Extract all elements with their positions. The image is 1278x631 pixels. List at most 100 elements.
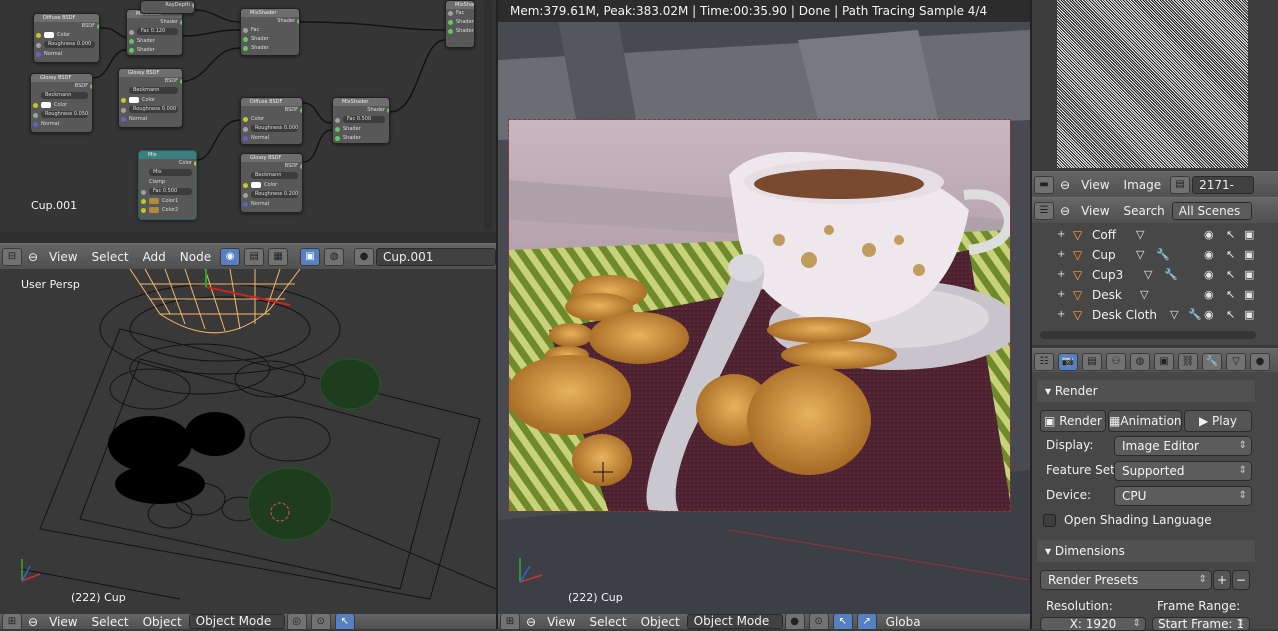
menu-object[interactable]: Object bbox=[634, 615, 687, 629]
node-dropdown[interactable]: Beckmann bbox=[241, 172, 302, 181]
scrollbar[interactable] bbox=[1040, 331, 1256, 339]
viewport-shading-icon[interactable]: ◎ bbox=[286, 614, 307, 629]
mix-shader-node[interactable]: MixShader Shader Fac 0.500 Shader Shader bbox=[332, 97, 390, 144]
visibility-eye-icon[interactable]: ◉ bbox=[1204, 305, 1214, 325]
node-dropdown[interactable]: Beckmann bbox=[119, 87, 182, 96]
display-mode-selector[interactable]: All Scenes bbox=[1171, 201, 1252, 220]
manipulator-icon[interactable]: ↖ bbox=[334, 614, 355, 629]
menu-view[interactable]: View bbox=[42, 250, 84, 264]
material-tab-icon[interactable]: ● bbox=[1250, 352, 1270, 371]
collapse-icon[interactable]: ⊖ bbox=[522, 615, 540, 629]
node-input[interactable]: Roughness 0.050 bbox=[31, 111, 92, 120]
constraints-tab-icon[interactable]: ⛓ bbox=[1178, 352, 1198, 371]
render-tab-icon[interactable]: 📷 bbox=[1058, 352, 1078, 371]
display-dropdown[interactable]: Image Editor bbox=[1114, 436, 1252, 456]
outliner-item[interactable]: + ▽ Desk ▽ ◉ ↖ ▣ bbox=[1032, 285, 1278, 305]
pivot-icon[interactable]: ⊙ bbox=[310, 614, 331, 629]
menu-image[interactable]: Image bbox=[1117, 178, 1169, 192]
mode-selector[interactable]: Object Mode bbox=[686, 614, 783, 629]
menu-view[interactable]: View bbox=[1074, 178, 1116, 192]
node-input[interactable]: Roughness 0.000 bbox=[34, 41, 99, 50]
manipulator-icon[interactable]: ↖ bbox=[832, 614, 853, 629]
osl-checkbox[interactable] bbox=[1043, 514, 1056, 527]
scrollbar[interactable] bbox=[484, 0, 492, 230]
node-dropdown[interactable]: Mix bbox=[139, 169, 196, 178]
device-dropdown[interactable]: CPU bbox=[1114, 486, 1252, 506]
viewport-shading-icon[interactable]: ● bbox=[784, 614, 805, 629]
expand-icon[interactable]: + bbox=[1057, 225, 1065, 245]
translate-icon[interactable]: ↗ bbox=[856, 614, 877, 629]
remove-preset-button[interactable]: − bbox=[1232, 570, 1250, 590]
expand-icon[interactable]: + bbox=[1057, 305, 1065, 325]
visibility-eye-icon[interactable]: ◉ bbox=[1204, 285, 1214, 305]
collapse-icon[interactable]: ⊖ bbox=[1056, 204, 1074, 218]
dimensions-panel-header[interactable]: ▾ Dimensions bbox=[1037, 540, 1255, 562]
object-icon[interactable]: ▣ bbox=[300, 247, 321, 266]
collapse-icon[interactable]: ⊖ bbox=[24, 615, 42, 629]
menu-select[interactable]: Select bbox=[583, 615, 634, 629]
expand-icon[interactable]: + bbox=[1057, 245, 1065, 265]
render-camera-icon[interactable]: ▣ bbox=[1244, 285, 1254, 305]
selectable-cursor-icon[interactable]: ↖ bbox=[1226, 225, 1235, 245]
render-camera-icon[interactable]: ▣ bbox=[1244, 265, 1254, 285]
world-icon[interactable]: ◍ bbox=[324, 247, 345, 266]
node-input[interactable]: Roughness 0.200 bbox=[241, 191, 302, 200]
menu-view[interactable]: View bbox=[42, 615, 84, 629]
menu-select[interactable]: Select bbox=[85, 250, 136, 264]
material-name-field[interactable]: Cup.001 bbox=[376, 247, 496, 266]
feature-set-dropdown[interactable]: Supported bbox=[1114, 461, 1252, 481]
editor-type-icon[interactable]: ⊟ bbox=[2, 247, 22, 266]
pivot-icon[interactable]: ⊙ bbox=[808, 614, 829, 629]
expand-icon[interactable]: + bbox=[1057, 285, 1065, 305]
editor-type-icon[interactable]: ⊞ bbox=[2, 614, 22, 629]
orientation-selector[interactable]: Globa bbox=[879, 615, 928, 629]
area-splitter[interactable] bbox=[1030, 0, 1032, 629]
visibility-eye-icon[interactable]: ◉ bbox=[1204, 225, 1214, 245]
compositing-nodes-icon[interactable]: ▤ bbox=[244, 247, 265, 266]
node-input[interactable]: Fac 0.500 bbox=[139, 188, 196, 197]
outliner-item[interactable]: + ▽ Cup3 ▽ 🔧 ◉ ↖ ▣ bbox=[1032, 265, 1278, 285]
area-splitter[interactable] bbox=[496, 0, 498, 629]
render-panel-header[interactable]: ▾ Render bbox=[1037, 380, 1255, 402]
collapse-icon[interactable]: ⊖ bbox=[24, 250, 42, 264]
collapse-icon[interactable]: ⊖ bbox=[1056, 178, 1074, 192]
menu-view[interactable]: View bbox=[1074, 204, 1116, 218]
play-button[interactable]: ▶ Play bbox=[1184, 410, 1252, 432]
render-button[interactable]: ▣ Render bbox=[1040, 410, 1106, 432]
mix-shader-node[interactable]: MixShader Shader Fac Shader Shader bbox=[240, 8, 300, 56]
selectable-cursor-icon[interactable]: ↖ bbox=[1226, 305, 1235, 325]
3d-viewport[interactable] bbox=[0, 269, 496, 614]
mix-shader-node[interactable]: MixShader Fac Shader Shader bbox=[445, 0, 475, 48]
editor-type-icon[interactable]: ⊞ bbox=[500, 614, 520, 629]
diffuse-bsdf-node[interactable]: Diffuse BSDF BSDF Color Roughness 0.000 … bbox=[33, 13, 100, 63]
data-tab-icon[interactable]: ▽ bbox=[1226, 352, 1246, 371]
render-camera-icon[interactable]: ▣ bbox=[1244, 225, 1254, 245]
render-presets-dropdown[interactable]: Render Presets bbox=[1040, 570, 1212, 590]
render-camera-icon[interactable]: ▣ bbox=[1244, 305, 1254, 325]
visibility-eye-icon[interactable]: ◉ bbox=[1204, 245, 1214, 265]
glossy-bsdf-node[interactable]: Glossy BSDF BSDF Beckmann Color Roughnes… bbox=[240, 153, 303, 213]
outliner-item[interactable]: + ▽ Cup ▽ 🔧 ◉ ↖ ▣ bbox=[1032, 245, 1278, 265]
visibility-eye-icon[interactable]: ◉ bbox=[1204, 265, 1214, 285]
diffuse-bsdf-node[interactable]: Diffuse BSDF BSDF Color Roughness 0.000 … bbox=[240, 97, 303, 145]
editor-type-icon[interactable]: ☷ bbox=[1034, 352, 1054, 371]
node-checkbox[interactable]: Clamp bbox=[139, 178, 196, 187]
scene-tab-icon[interactable]: ⚇ bbox=[1106, 352, 1126, 371]
node-dropdown[interactable]: Beckmann bbox=[31, 92, 92, 101]
node-input[interactable]: Fac 0.120 bbox=[127, 28, 182, 37]
texture-nodes-icon[interactable]: ▦ bbox=[268, 247, 289, 266]
glossy-bsdf-node[interactable]: Glossy BSDF BSDF Beckmann Color Roughnes… bbox=[30, 73, 93, 133]
menu-select[interactable]: Select bbox=[85, 615, 136, 629]
object-tab-icon[interactable]: ▣ bbox=[1154, 352, 1174, 371]
node-input[interactable]: Color bbox=[34, 31, 99, 40]
outliner-item[interactable]: + ▽ Desk Cloth ▽ 🔧 ◉ ↖ ▣ bbox=[1032, 305, 1278, 325]
menu-search[interactable]: Search bbox=[1117, 204, 1172, 218]
world-tab-icon[interactable]: ◍ bbox=[1130, 352, 1150, 371]
material-icon[interactable]: ● bbox=[354, 247, 375, 266]
mode-selector[interactable]: Object Mode bbox=[188, 614, 285, 629]
render-layers-tab-icon[interactable]: ▤ bbox=[1082, 352, 1102, 371]
mix-rgb-node[interactable]: Mix Color Mix Clamp Fac 0.500 Color1 Col… bbox=[138, 150, 197, 220]
selectable-cursor-icon[interactable]: ↖ bbox=[1226, 265, 1235, 285]
image-browse-icon[interactable]: ▤ bbox=[1170, 175, 1191, 194]
image-name-field[interactable]: 2171-600 bbox=[1192, 175, 1255, 194]
